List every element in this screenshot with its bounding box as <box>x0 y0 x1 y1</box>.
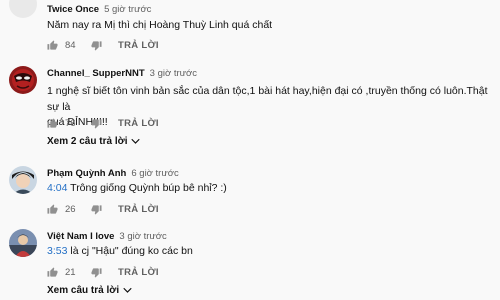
comment-time[interactable]: 3 giờ trước <box>150 68 197 79</box>
video-timestamp-link[interactable]: 3:53 <box>47 245 67 257</box>
thumbs-up-icon[interactable] <box>47 203 58 215</box>
comment-text: 3:53 là cj "Hậu" đúng ko các bn <box>47 244 193 260</box>
reply-button[interactable]: TRẢ LỜI <box>118 267 159 278</box>
superhero-avatar-image <box>9 66 37 94</box>
comment-author[interactable]: Channel_ SupperNNT <box>47 68 145 79</box>
comment-author[interactable]: Phạm Quỳnh Anh <box>47 168 126 179</box>
comment-meta: Việt Nam I love 3 giờ trước <box>47 231 167 242</box>
reply-button[interactable]: TRẢ LỜI <box>118 118 159 129</box>
comment-meta: Channel_ SupperNNT 3 giờ trước <box>47 68 197 79</box>
comment-meta: Twice Once 5 giờ trước <box>47 4 151 15</box>
comment-time[interactable]: 3 giờ trước <box>119 231 166 242</box>
video-timestamp-link[interactable]: 4:04 <box>47 182 67 194</box>
chevron-down-icon <box>131 138 141 144</box>
comment-text: 4:04 Trông giống Quỳnh búp bê nhỉ? :) <box>47 181 227 197</box>
comment-author[interactable]: Việt Nam I love <box>47 231 114 242</box>
avatar[interactable] <box>9 229 37 257</box>
comment-feed: Twice Once 5 giờ trước Năm nay ra Mị thì … <box>0 0 500 300</box>
thumbs-down-icon[interactable] <box>91 204 102 215</box>
like-count: 26 <box>65 203 76 215</box>
avatar[interactable] <box>9 0 37 18</box>
view-replies-button[interactable]: Xem câu trả lời <box>47 285 132 296</box>
comment-actions: 76 TRẢ LỜI <box>47 116 159 130</box>
like-count: 76 <box>65 117 76 129</box>
avatar[interactable] <box>9 66 37 94</box>
view-replies-button[interactable]: Xem 2 câu trả lời <box>47 136 141 147</box>
reply-button[interactable]: TRẢ LỜI <box>118 40 159 51</box>
comment-time[interactable]: 5 giờ trước <box>104 4 151 15</box>
comment-meta: Phạm Quỳnh Anh 6 giờ trước <box>47 168 179 179</box>
reply-button[interactable]: TRẢ LỜI <box>118 204 159 215</box>
comment-author[interactable]: Twice Once <box>47 4 99 15</box>
thumbs-up-icon[interactable] <box>47 266 58 278</box>
thumbs-down-icon[interactable] <box>91 40 102 51</box>
thumbs-down-icon[interactable] <box>91 267 102 278</box>
comment-actions: 84 TRẢ LỜI <box>47 38 159 52</box>
avatar[interactable] <box>9 166 37 194</box>
thumbs-up-icon[interactable] <box>47 117 58 129</box>
thumbs-up-icon[interactable] <box>47 39 58 51</box>
comment-text-line: 1 nghệ sĩ biết tôn vinh bản sắc của dân … <box>47 85 488 113</box>
user-photo-avatar-image <box>9 229 37 257</box>
comment-actions: 26 TRẢ LỜI <box>47 202 159 216</box>
chevron-down-icon <box>123 287 132 293</box>
comment-text: Năm nay ra Mị thì chị Hoàng Thuỳ Linh qu… <box>47 19 273 31</box>
user-photo-avatar-image <box>9 166 37 194</box>
like-count: 84 <box>65 39 76 51</box>
view-replies-label: Xem 2 câu trả lời <box>47 136 128 147</box>
comment-time[interactable]: 6 giờ trước <box>131 168 178 179</box>
comment-text-content: là cj "Hậu" đúng ko các bn <box>67 245 193 257</box>
comment-actions: 21 TRẢ LỜI <box>47 265 159 279</box>
thumbs-down-icon[interactable] <box>91 118 102 129</box>
comment-text-content: Trông giống Quỳnh búp bê nhỉ? :) <box>67 182 227 194</box>
view-replies-label: Xem câu trả lời <box>47 285 120 296</box>
like-count: 21 <box>65 266 76 278</box>
